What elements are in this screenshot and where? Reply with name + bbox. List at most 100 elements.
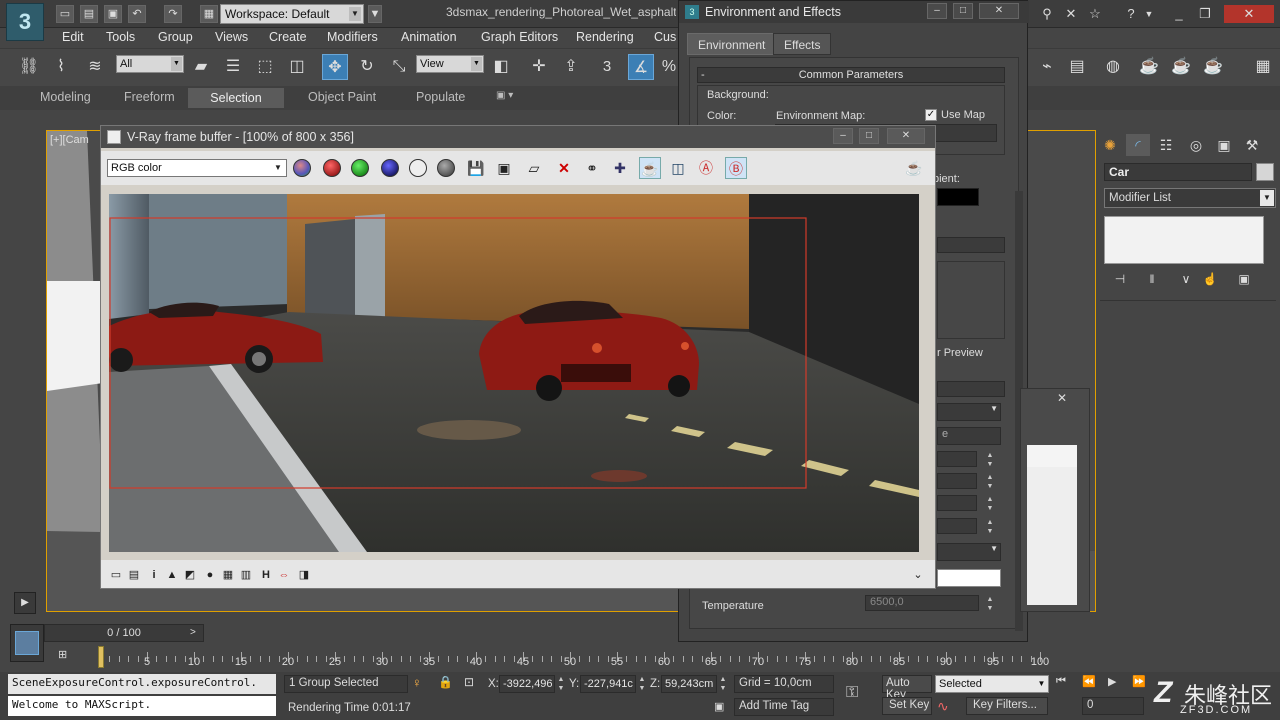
param-field-3[interactable] xyxy=(937,495,977,511)
motion-tab-icon[interactable]: ◎ xyxy=(1184,134,1208,156)
set-key-mode-icon[interactable]: ⚿ xyxy=(846,684,872,704)
ocio-icon[interactable]: ⇔ xyxy=(277,568,291,582)
key-filters-button[interactable]: Key Filters... xyxy=(966,697,1048,715)
set-key-button[interactable]: Set Key xyxy=(882,697,932,715)
minimize-icon[interactable]: – xyxy=(927,3,947,19)
selection-lock-icon[interactable]: 🔒 xyxy=(438,675,453,691)
maximize-icon[interactable]: □ xyxy=(953,3,973,19)
save-file-icon[interactable]: ▣ xyxy=(104,5,122,23)
link-icon[interactable]: ⛓ xyxy=(16,54,42,80)
rollout-header-2[interactable] xyxy=(937,381,1005,397)
viewport-label[interactable]: [+][Cam xyxy=(50,134,89,146)
track-bar[interactable]: 5 10 15 20 25 30 35 40 45 50 55 60 65 70 75 80 85 90 95 100 xyxy=(98,644,1050,674)
menu-modifiers[interactable]: Modifiers xyxy=(327,30,378,44)
time-slider-next-icon[interactable]: > xyxy=(190,624,204,642)
remove-modifier-icon[interactable]: ☝ xyxy=(1198,268,1222,290)
current-frame-marker[interactable] xyxy=(98,646,104,668)
monochrome-icon[interactable] xyxy=(437,159,455,177)
clear-image-icon[interactable]: ✕ xyxy=(553,157,575,179)
green-channel-icon[interactable] xyxy=(351,159,369,177)
channel-dropdown[interactable]: RGB color ▼ xyxy=(107,159,287,177)
schematic-view-icon[interactable]: ▤ xyxy=(1064,54,1090,80)
rendered-frame-window-icon[interactable]: ☕ xyxy=(1168,54,1194,80)
render-preview-label[interactable]: r Preview xyxy=(937,347,983,359)
window-crossing-icon[interactable]: ◫ xyxy=(284,54,310,80)
temperature-spinner[interactable]: ▲ ▼ xyxy=(985,595,995,613)
ribbon-options-icon[interactable]: ▣ ▾ xyxy=(496,90,513,101)
render-setup-icon[interactable]: ☕ xyxy=(1136,54,1162,80)
red-channel-icon[interactable] xyxy=(323,159,341,177)
help-dropdown-icon[interactable]: ▼ xyxy=(1140,5,1158,23)
app-logo-icon[interactable]: 3 xyxy=(6,3,44,41)
track-mouse-icon[interactable]: ✚ xyxy=(609,157,631,179)
menu-graph-editors[interactable]: Graph Editors xyxy=(481,30,558,44)
duplicate-to-max-vfb-icon[interactable]: ⚭ xyxy=(581,157,603,179)
blue-channel-icon[interactable] xyxy=(381,159,399,177)
project-folder-icon[interactable]: ▦ xyxy=(200,5,218,23)
bind-space-warp-icon[interactable]: ≋ xyxy=(82,54,108,80)
tab-environment[interactable]: Environment xyxy=(687,33,777,55)
z-spinner[interactable]: ▲ ▼ xyxy=(718,675,728,693)
menu-views[interactable]: Views xyxy=(215,30,248,44)
compare-a-icon[interactable]: Ⓐ xyxy=(695,157,717,179)
close-icon[interactable]: ✕ xyxy=(887,128,925,144)
tab-effects[interactable]: Effects xyxy=(773,33,832,55)
reference-coordinate-dropdown[interactable]: View ▼ xyxy=(416,55,484,73)
modify-tab-icon[interactable]: ◜ xyxy=(1126,134,1150,156)
select-and-move-icon[interactable]: ✥ xyxy=(322,54,348,80)
open-file-icon[interactable]: ▤ xyxy=(80,5,98,23)
close-icon[interactable]: ✕ xyxy=(979,3,1019,19)
load-image-icon[interactable]: ▱ xyxy=(523,157,545,179)
rgb-channels-icon[interactable] xyxy=(293,159,311,177)
x-spinner[interactable]: ▲ ▼ xyxy=(556,675,566,693)
param-text-field[interactable] xyxy=(937,569,1001,587)
auto-key-button[interactable]: Auto Key xyxy=(882,675,932,701)
param-field-4[interactable] xyxy=(937,518,977,534)
maximize-icon[interactable]: □ xyxy=(859,128,879,144)
histogram-icon[interactable]: ▦ xyxy=(221,568,235,582)
menu-create[interactable]: Create xyxy=(269,30,307,44)
levels-icon[interactable]: ▲ xyxy=(165,568,179,582)
partial-field[interactable]: e xyxy=(937,427,1001,445)
play-icon[interactable]: ▶ xyxy=(1108,675,1130,691)
workspace-dropdown[interactable]: Workspace: Default ▼ xyxy=(220,4,364,24)
info-icon[interactable]: i xyxy=(147,568,161,582)
absolute-mode-icon[interactable]: ⊡ xyxy=(464,675,480,691)
param-spinner-1[interactable]: ▲ ▼ xyxy=(985,451,995,469)
menu-tools[interactable]: Tools xyxy=(106,30,135,44)
curve-editor-icon[interactable]: ⌁ xyxy=(1034,54,1060,80)
menu-animation[interactable]: Animation xyxy=(401,30,457,44)
y-coordinate-field[interactable]: -227,941c xyxy=(580,675,636,693)
maxscript-input-line[interactable]: Welcome to MAXScript. xyxy=(8,696,276,716)
select-object-icon[interactable]: ▰ xyxy=(188,54,214,80)
isolate-selection-icon[interactable]: ♀ xyxy=(412,675,426,691)
undo-icon[interactable]: ↶ xyxy=(128,5,146,23)
tab-selection[interactable]: Selection xyxy=(188,88,284,108)
show-end-result-icon[interactable]: ‖ xyxy=(1140,268,1164,290)
go-to-start-icon[interactable]: ⏮ xyxy=(1056,675,1078,691)
pixel-aspect-icon[interactable]: ◨ xyxy=(297,568,311,582)
maxscript-listener-line[interactable]: SceneExposureControl.exposureControl. xyxy=(8,674,276,694)
param-spinner-2[interactable]: ▲ ▼ xyxy=(985,473,995,491)
select-and-rotate-icon[interactable]: ↻ xyxy=(354,54,380,80)
tab-object-paint[interactable]: Object Paint xyxy=(308,90,376,104)
menu-rendering[interactable]: Rendering xyxy=(576,30,634,44)
param-dropdown[interactable]: ▼ xyxy=(937,543,1001,561)
z-coordinate-field[interactable]: 59,243cm xyxy=(661,675,717,693)
object-name-field[interactable]: Car xyxy=(1104,163,1252,181)
keyboard-shortcut-override-icon[interactable]: ⇪ xyxy=(558,54,584,80)
param-spinner-3[interactable]: ▲ ▼ xyxy=(985,495,995,513)
current-frame-field[interactable]: 0 xyxy=(1082,697,1144,715)
history-icon[interactable]: ▭ xyxy=(109,568,123,582)
srgb-icon[interactable]: ▥ xyxy=(239,568,253,582)
param-field-2[interactable] xyxy=(937,473,977,489)
close-app-icon[interactable]: ✕ xyxy=(1224,5,1274,23)
create-tab-icon[interactable]: ✺ xyxy=(1098,134,1122,156)
display-tab-icon[interactable]: ▣ xyxy=(1212,134,1236,156)
x-coordinate-field[interactable]: -3922,496 xyxy=(499,675,555,693)
time-tag-icon[interactable]: ▣ xyxy=(714,700,728,714)
selection-filter-dropdown[interactable]: All ▼ xyxy=(116,55,184,73)
link-to-max-vfb-icon[interactable]: ◫ xyxy=(667,157,689,179)
snap-toggle-icon[interactable]: 3 xyxy=(594,54,620,80)
help-icon[interactable]: ? xyxy=(1122,5,1140,23)
